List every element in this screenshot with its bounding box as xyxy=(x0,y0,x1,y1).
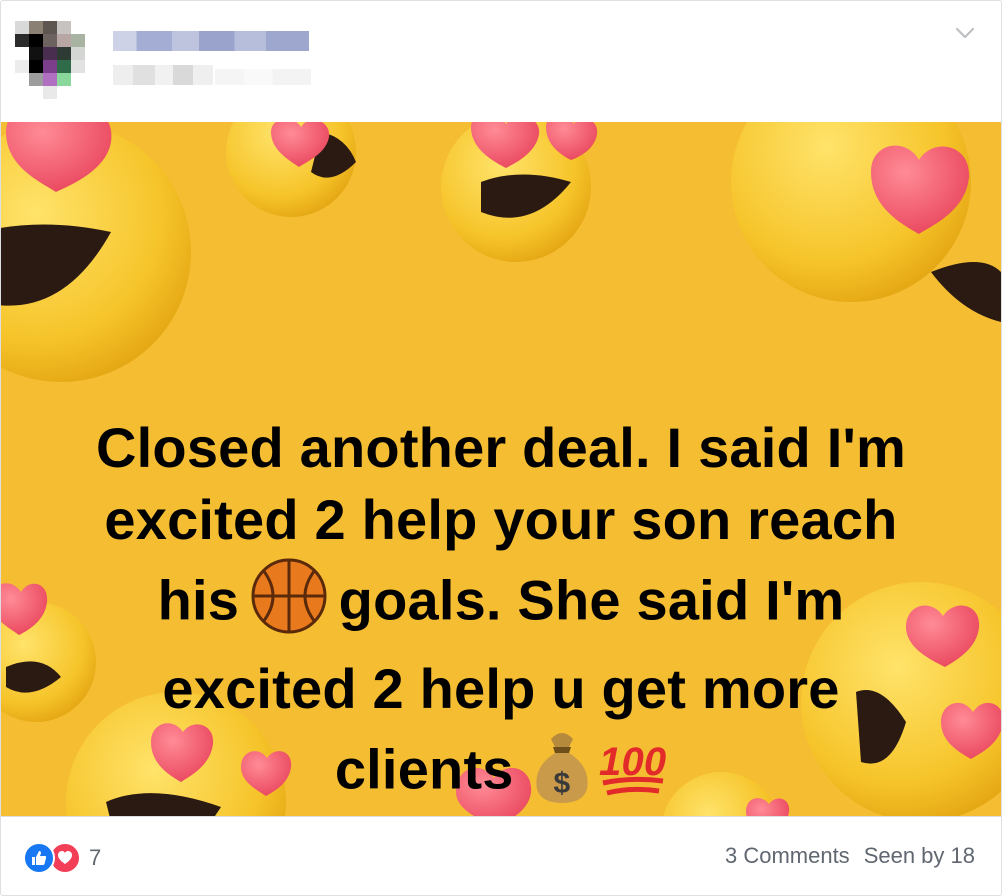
hundred-points-emoji: 100 xyxy=(599,725,667,816)
post-header xyxy=(1,1,1001,121)
caption-line: clients $ 100 xyxy=(41,725,961,816)
caption-line: his goals. She said I'm xyxy=(41,556,961,653)
money-bag-emoji: $ xyxy=(529,725,595,816)
caption-fragment: goals. She said I'm xyxy=(338,568,845,632)
post-stats: 3 Comments Seen by 18 xyxy=(725,843,975,869)
caption-fragment: clients xyxy=(334,737,514,801)
post-caption: Closed another deal. I said I'm excited … xyxy=(41,412,961,816)
svg-text:$: $ xyxy=(554,767,571,800)
post-meta-blurred xyxy=(113,65,213,85)
chevron-down-icon[interactable] xyxy=(953,23,977,43)
avatar[interactable] xyxy=(15,21,99,99)
seen-by-link[interactable]: Seen by 18 xyxy=(864,843,975,869)
author-name-blurred[interactable] xyxy=(113,31,309,51)
post-image[interactable]: Closed another deal. I said I'm excited … xyxy=(1,122,1001,816)
post-card: Closed another deal. I said I'm excited … xyxy=(0,0,1002,896)
caption-line: excited 2 help your son reach xyxy=(104,488,898,551)
post-footer: 7 3 Comments Seen by 18 xyxy=(1,816,1001,895)
caption-line: excited 2 help u get more xyxy=(162,657,840,720)
reaction-count: 7 xyxy=(89,845,102,870)
post-meta-blurred-extra xyxy=(215,69,311,85)
caption-line: Closed another deal. I said I'm xyxy=(96,416,906,479)
basketball-emoji xyxy=(251,556,327,653)
like-icon xyxy=(23,842,55,874)
reactions-summary[interactable]: 7 xyxy=(23,841,101,875)
comments-link[interactable]: 3 Comments xyxy=(725,843,850,869)
caption-fragment: his xyxy=(157,568,240,632)
